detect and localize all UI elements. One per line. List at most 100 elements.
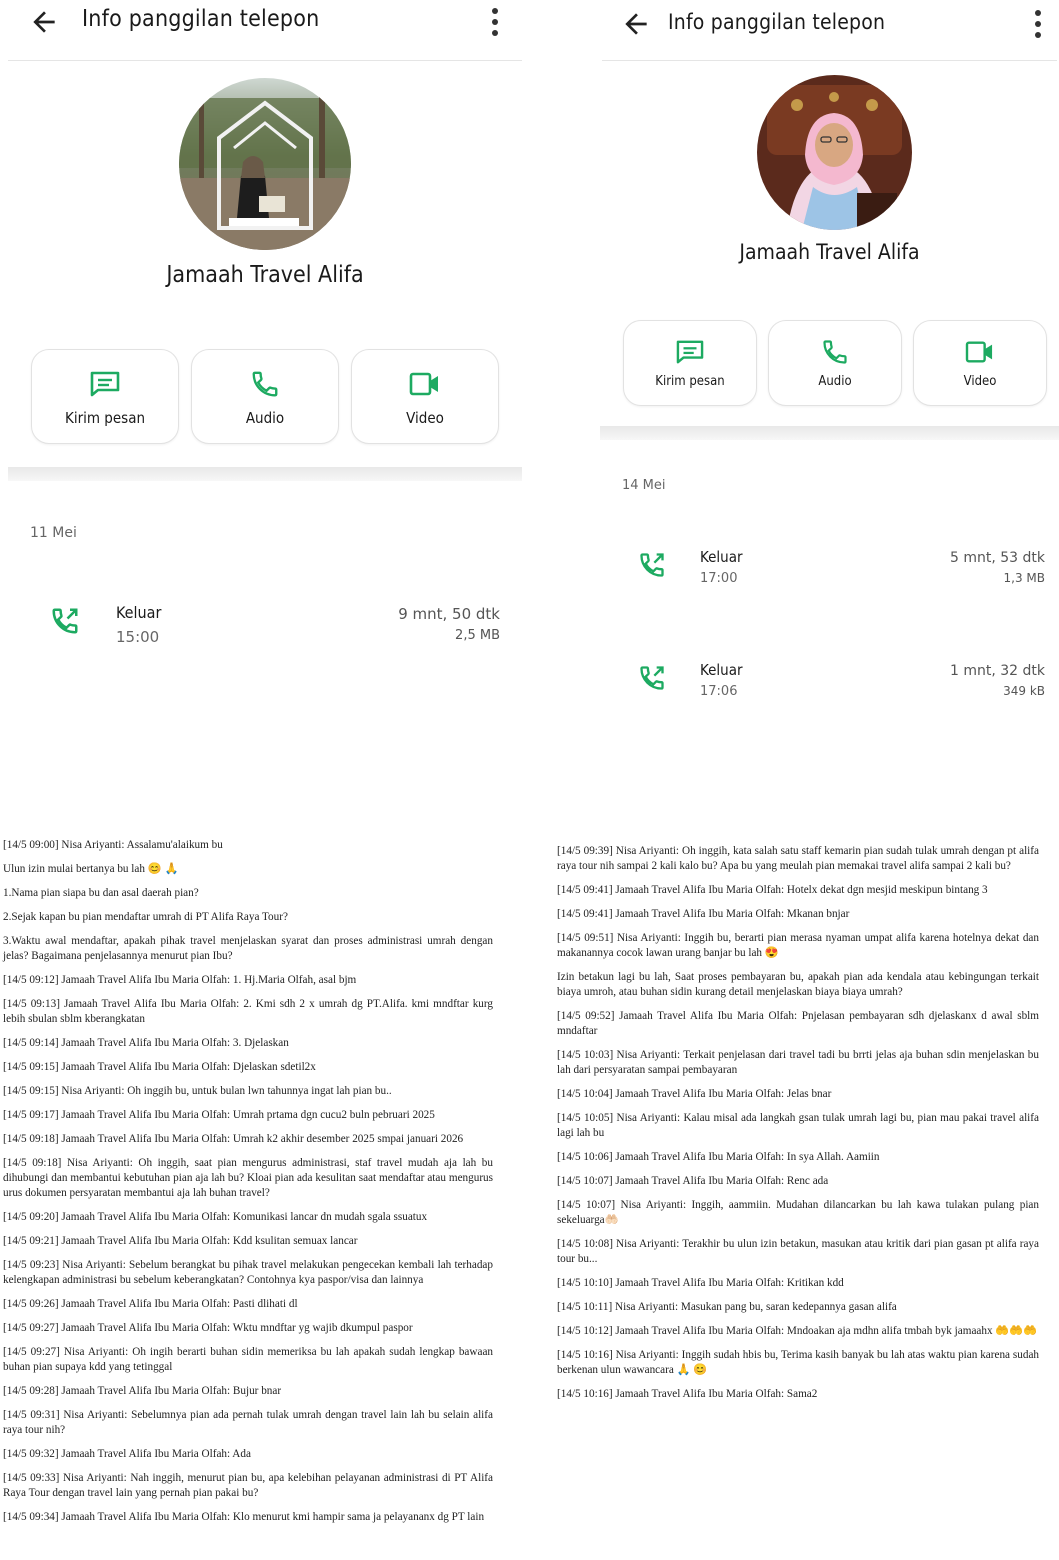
chat-message: [14/5 10:12] Jamaah Travel Alifa Ibu Mar… bbox=[557, 1325, 1038, 1337]
chat-message: [14/5 10:08] Nisa Ariyanti: Terakhir bu … bbox=[557, 1238, 1039, 1265]
chat-transcript-left: [14/5 09:00] Nisa Ariyanti: Assalamu'ala… bbox=[3, 838, 493, 1534]
avatar[interactable] bbox=[179, 78, 351, 250]
phone-icon bbox=[823, 340, 847, 364]
call-duration: 9 mnt, 50 dtk bbox=[398, 605, 500, 623]
chat-message: [14/5 10:16] Nisa Ariyanti: Inggih sudah… bbox=[557, 1349, 1039, 1376]
chat-message: [14/5 10:07] Jamaah Travel Alifa Ibu Mar… bbox=[557, 1175, 829, 1187]
phone-icon bbox=[252, 371, 278, 397]
header-divider bbox=[8, 60, 522, 61]
chat-message: [14/5 09:41] Jamaah Travel Alifa Ibu Mar… bbox=[557, 884, 988, 896]
chat-message: [14/5 09:26] Jamaah Travel Alifa Ibu Mar… bbox=[3, 1298, 298, 1310]
top-app-bar: Info panggilan telepon bbox=[0, 0, 530, 52]
message-icon bbox=[90, 371, 120, 397]
call-info-screen-right: Info panggilan telepon Jamaah Travel Ali… bbox=[600, 0, 1059, 760]
profile-photo bbox=[179, 78, 351, 250]
top-app-bar: Info panggilan telepon bbox=[600, 0, 1059, 52]
contact-name: Jamaah Travel Alifa bbox=[166, 262, 364, 288]
call-log-item[interactable]: Keluar 17:06 1 mnt, 32 dtk 349 kB bbox=[600, 658, 1059, 706]
chat-message: [14/5 09:17] Jamaah Travel Alifa Ibu Mar… bbox=[3, 1109, 435, 1121]
chat-message: [14/5 09:20] Jamaah Travel Alifa Ibu Mar… bbox=[3, 1211, 428, 1223]
chat-message: [14/5 09:39] Nisa Ariyanti: Oh inggih, k… bbox=[557, 845, 1039, 872]
call-date-header: 14 Mei bbox=[622, 478, 666, 493]
call-log-item[interactable]: Keluar 17:00 5 mnt, 53 dtk 1,3 MB bbox=[600, 545, 1059, 593]
chat-message: 2.Sejak kapan bu pian mendaftar umrah di… bbox=[3, 911, 288, 923]
chat-message: [14/5 09:14] Jamaah Travel Alifa Ibu Mar… bbox=[3, 1037, 289, 1049]
call-data-size: 1,3 MB bbox=[1003, 571, 1045, 585]
video-call-label: Video bbox=[963, 374, 997, 389]
contact-name: Jamaah Travel Alifa bbox=[739, 240, 920, 264]
video-icon bbox=[409, 372, 438, 396]
chat-message: [14/5 09:52] Jamaah Travel Alifa Ibu Mar… bbox=[557, 1010, 1039, 1037]
audio-call-button[interactable]: Audio bbox=[768, 320, 902, 406]
chat-message: Ulun izin mulai bertanya bu lah 😊 🙏 bbox=[3, 863, 179, 875]
call-time: 15:00 bbox=[116, 628, 160, 646]
call-direction: Keluar bbox=[700, 661, 743, 679]
chat-message: [14/5 09:15] Jamaah Travel Alifa Ibu Mar… bbox=[3, 1061, 316, 1073]
chat-transcript-right: [14/5 09:39] Nisa Ariyanti: Oh inggih, k… bbox=[557, 844, 1039, 1411]
header-divider bbox=[602, 60, 1057, 61]
section-divider bbox=[600, 426, 1059, 440]
video-call-button[interactable]: Video bbox=[351, 349, 499, 444]
outgoing-call-icon bbox=[640, 553, 664, 577]
chat-message: [14/5 10:05] Nisa Ariyanti: Kalau misal … bbox=[557, 1112, 1039, 1139]
chat-message: [14/5 10:06] Jamaah Travel Alifa Ibu Mar… bbox=[557, 1151, 880, 1163]
video-call-button[interactable]: Video bbox=[913, 320, 1047, 406]
chat-message: [14/5 09:00] Nisa Ariyanti: Assalamu'ala… bbox=[3, 839, 223, 851]
call-data-size: 2,5 MB bbox=[455, 628, 500, 643]
chat-message: [14/5 09:27] Jamaah Travel Alifa Ibu Mar… bbox=[3, 1322, 413, 1334]
call-log-item[interactable]: Keluar 15:00 9 mnt, 50 dtk 2,5 MB bbox=[0, 600, 530, 650]
chat-message: [14/5 10:07] Nisa Ariyanti: Inggih, aamm… bbox=[557, 1199, 1039, 1226]
avatar[interactable] bbox=[757, 75, 912, 230]
page-title: Info panggilan telepon bbox=[668, 10, 886, 34]
chat-message: [14/5 09:41] Jamaah Travel Alifa Ibu Mar… bbox=[557, 908, 850, 920]
chat-message: [14/5 09:28] Jamaah Travel Alifa Ibu Mar… bbox=[3, 1385, 282, 1397]
chat-message: [14/5 09:51] Nisa Ariyanti: Inggih bu, b… bbox=[557, 932, 1039, 959]
call-date-header: 11 Mei bbox=[30, 525, 77, 541]
chat-message: [14/5 09:21] Jamaah Travel Alifa Ibu Mar… bbox=[3, 1235, 358, 1247]
chat-message: [14/5 10:03] Nisa Ariyanti: Terkait penj… bbox=[557, 1049, 1039, 1076]
outgoing-call-icon bbox=[640, 666, 664, 690]
chat-message: [14/5 09:27] Nisa Ariyanti: Oh ingih ber… bbox=[3, 1346, 493, 1373]
video-icon bbox=[965, 341, 993, 363]
profile-photo bbox=[757, 75, 912, 230]
chat-message: [14/5 09:13] Jamaah Travel Alifa Ibu Mar… bbox=[3, 998, 493, 1025]
send-message-label: Kirim pesan bbox=[64, 409, 146, 427]
call-time: 17:00 bbox=[700, 571, 738, 586]
chat-message: 3.Waktu awal mendaftar, apakah pihak tra… bbox=[3, 935, 493, 962]
call-data-size: 349 kB bbox=[1003, 684, 1045, 698]
chat-message: [14/5 09:18] Jamaah Travel Alifa Ibu Mar… bbox=[3, 1133, 464, 1145]
chat-message: [14/5 09:34] Jamaah Travel Alifa Ibu Mar… bbox=[3, 1511, 485, 1523]
chat-message: [14/5 09:32] Jamaah Travel Alifa Ibu Mar… bbox=[3, 1448, 251, 1460]
audio-call-label: Audio bbox=[245, 409, 285, 427]
message-icon bbox=[676, 340, 704, 364]
chat-message: [14/5 09:31] Nisa Ariyanti: Sebelumnya p… bbox=[3, 1409, 493, 1436]
chat-message: [14/5 09:33] Nisa Ariyanti: Nah inggih, … bbox=[3, 1472, 493, 1499]
send-message-button[interactable]: Kirim pesan bbox=[623, 320, 757, 406]
call-direction: Keluar bbox=[116, 603, 162, 622]
section-divider bbox=[8, 467, 522, 481]
chat-message: [14/5 10:16] Jamaah Travel Alifa Ibu Mar… bbox=[557, 1388, 818, 1400]
arrow-left-icon[interactable] bbox=[620, 8, 652, 40]
send-message-label: Kirim pesan bbox=[655, 374, 725, 389]
chat-message: [14/5 09:15] Nisa Ariyanti: Oh inggih bu… bbox=[3, 1085, 392, 1097]
outgoing-call-icon bbox=[52, 608, 78, 634]
page-title: Info panggilan telepon bbox=[82, 6, 320, 32]
chat-message: [14/5 10:10] Jamaah Travel Alifa Ibu Mar… bbox=[557, 1277, 844, 1289]
call-duration: 1 mnt, 32 dtk bbox=[949, 663, 1045, 679]
arrow-left-icon[interactable] bbox=[28, 6, 60, 38]
chat-message: [14/5 10:11] Nisa Ariyanti: Masukan pang… bbox=[557, 1301, 897, 1313]
chat-message: [14/5 09:18] Nisa Ariyanti: Oh inggih, s… bbox=[3, 1157, 493, 1199]
video-call-label: Video bbox=[406, 409, 444, 427]
more-vertical-icon[interactable] bbox=[490, 8, 500, 36]
chat-message: [14/5 10:04] Jamaah Travel Alifa Ibu Mar… bbox=[557, 1088, 832, 1100]
chat-message: Izin betakun lagi bu lah, Saat proses pe… bbox=[557, 971, 1039, 998]
call-duration: 5 mnt, 53 dtk bbox=[949, 550, 1045, 566]
chat-message: 1.Nama pian siapa bu dan asal daerah pia… bbox=[3, 887, 199, 899]
call-info-screen-left: Info panggilan telepon Jamaah Travel Ali… bbox=[0, 0, 530, 790]
audio-call-label: Audio bbox=[818, 374, 852, 389]
send-message-button[interactable]: Kirim pesan bbox=[31, 349, 179, 444]
call-time: 17:06 bbox=[700, 684, 738, 699]
audio-call-button[interactable]: Audio bbox=[191, 349, 339, 444]
more-vertical-icon[interactable] bbox=[1033, 10, 1043, 38]
call-direction: Keluar bbox=[700, 548, 743, 566]
